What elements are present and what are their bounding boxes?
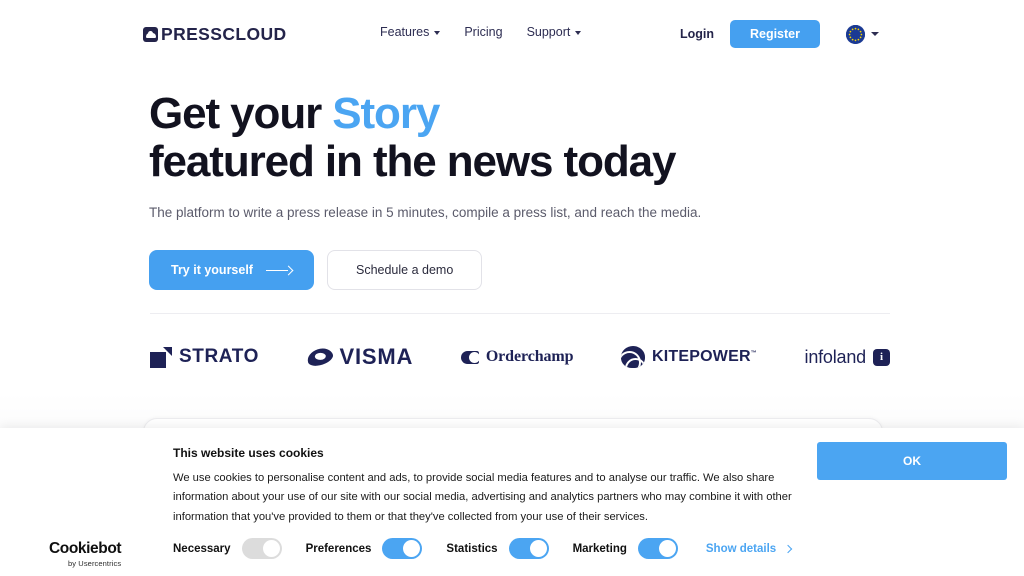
nav-label-features: Features: [380, 25, 430, 39]
chevron-right-icon: [783, 544, 793, 553]
language-selector[interactable]: [846, 24, 879, 44]
toggle-label-statistics: Statistics: [446, 542, 498, 555]
cookiebot-brand-subtext: by Usercentrics: [68, 558, 122, 568]
orderchamp-logo-icon: [460, 350, 480, 364]
site-header: PRESSCLOUD Features Pricing Support Logi…: [0, 0, 1024, 66]
chevron-down-icon: [871, 32, 879, 36]
cookie-banner-title: This website uses cookies: [173, 446, 324, 460]
cookie-banner-paragraph: We use cookies to personalise content an…: [173, 472, 792, 523]
headline-accent-word: Story: [332, 89, 440, 138]
cloud-icon: [143, 27, 158, 42]
nav-item-support[interactable]: Support: [527, 25, 582, 39]
headline-line2: featured in the news today: [149, 136, 676, 186]
headline-line1-prefix: Get your: [149, 89, 333, 138]
strato-logo-icon: [150, 346, 172, 368]
register-button[interactable]: Register: [729, 20, 820, 48]
cookie-category-toggles: Necessary Preferences Statistics Marketi…: [173, 538, 793, 559]
client-logos-row: STRATO VISMA Orderchamp KITEPOWER™ infol…: [150, 336, 890, 378]
nav-item-pricing[interactable]: Pricing: [464, 25, 502, 39]
schedule-demo-button[interactable]: Schedule a demo: [326, 250, 483, 291]
client-name-infoland: infoland: [804, 346, 867, 367]
client-logo-orderchamp: Orderchamp: [460, 348, 574, 366]
eu-flag-icon: [846, 24, 865, 44]
cookie-ok-button[interactable]: OK: [817, 442, 1007, 480]
toggle-group-marketing: Marketing: [573, 538, 678, 559]
cookiebot-logo: Cookiebot by Usercentrics: [49, 540, 122, 568]
toggle-group-necessary: Necessary: [173, 538, 282, 559]
nav-label-pricing: Pricing: [464, 25, 503, 39]
brand-logo-text: PRESSCLOUD: [161, 24, 287, 44]
show-details-link[interactable]: Show details: [705, 542, 793, 555]
toggle-group-preferences: Preferences: [306, 538, 423, 559]
client-logo-kitepower: KITEPOWER™: [621, 346, 757, 368]
header-actions: Login Register: [680, 20, 1024, 48]
toggle-statistics[interactable]: [508, 538, 549, 559]
page-root: PRESSCLOUD Features Pricing Support Logi…: [0, 0, 1024, 576]
client-name-kitepower: KITEPOWER™: [652, 348, 757, 365]
client-name-visma: VISMA: [339, 344, 414, 369]
toggle-label-marketing: Marketing: [572, 542, 627, 555]
hero-section: Get your Story featured in the news toda…: [149, 90, 909, 291]
client-name-orderchamp: Orderchamp: [485, 348, 574, 365]
toggle-label-preferences: Preferences: [305, 542, 372, 555]
client-logo-strato: STRATO: [150, 346, 259, 368]
toggle-marketing[interactable]: [637, 538, 678, 559]
show-details-label: Show details: [705, 542, 777, 555]
main-nav: Features Pricing Support: [380, 25, 582, 39]
primary-cta-label: Try it yourself: [171, 263, 253, 278]
cookie-consent-banner: This website uses cookies We use cookies…: [0, 428, 1024, 576]
toggle-necessary[interactable]: [241, 538, 282, 559]
brand-logo[interactable]: PRESSCLOUD: [143, 24, 287, 45]
toggle-preferences[interactable]: [382, 538, 423, 559]
nav-item-features[interactable]: Features: [380, 25, 441, 39]
try-it-yourself-button[interactable]: Try it yourself: [149, 250, 314, 291]
login-link[interactable]: Login: [680, 27, 714, 41]
arrow-right-icon: [265, 266, 292, 275]
chevron-down-icon: [434, 31, 441, 35]
client-logo-infoland: infoland i: [805, 347, 890, 368]
client-logo-visma: VISMA: [304, 344, 414, 370]
visma-logo-icon: [304, 345, 335, 369]
cookiebot-brand-text: Cookiebot: [49, 540, 122, 557]
toggle-group-statistics: Statistics: [446, 538, 549, 559]
nav-label-support: Support: [526, 25, 571, 39]
hero-divider: [150, 313, 890, 314]
hero-cta-row: Try it yourself Schedule a demo: [149, 250, 909, 291]
client-name-strato: STRATO: [179, 346, 259, 367]
page-title: Get your Story featured in the news toda…: [149, 90, 909, 185]
cookie-text-column: This website uses cookies We use cookies…: [173, 446, 793, 527]
hero-subtitle: The platform to write a press release in…: [149, 205, 702, 221]
trademark-symbol: ™: [750, 350, 757, 357]
infoland-badge-icon: i: [872, 348, 890, 366]
kitepower-logo-icon: [621, 346, 646, 368]
toggle-label-necessary: Necessary: [173, 542, 231, 555]
chevron-down-icon: [575, 31, 582, 35]
